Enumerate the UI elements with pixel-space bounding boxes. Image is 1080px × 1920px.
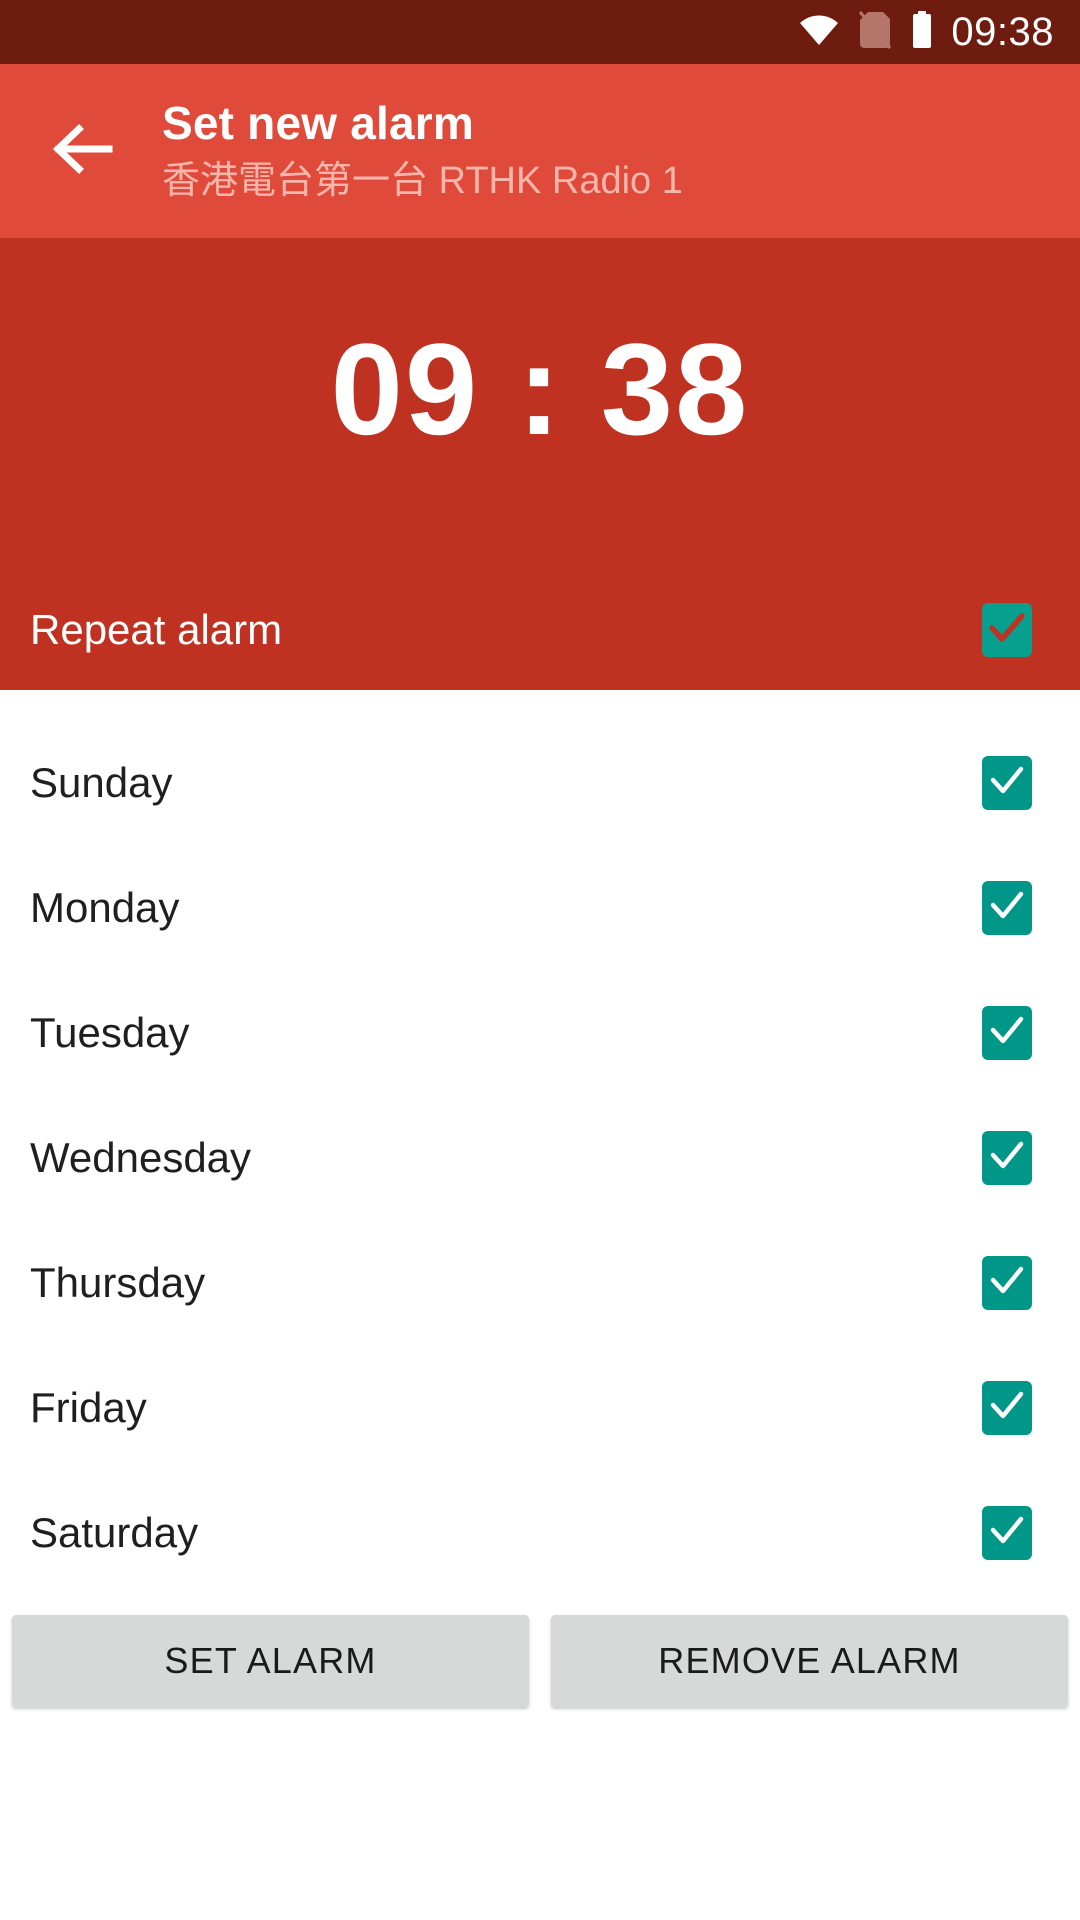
status-bar-icons — [799, 10, 933, 54]
status-bar-clock: 09:38 — [951, 10, 1054, 54]
day-row-sunday[interactable]: Sunday — [0, 720, 1080, 845]
repeat-alarm-row[interactable]: Repeat alarm — [0, 570, 1080, 690]
day-label: Sunday — [30, 758, 173, 806]
wifi-icon — [799, 14, 839, 51]
arrow-back-icon — [51, 123, 113, 180]
battery-full-icon — [911, 10, 933, 54]
alarm-time-picker[interactable]: 09 : 38 — [0, 238, 1080, 570]
day-checkbox-saturday[interactable] — [982, 1505, 1032, 1560]
check-icon — [989, 612, 1025, 648]
status-bar: 09:38 — [0, 0, 1080, 64]
check-icon — [989, 1140, 1025, 1175]
day-checkbox-wednesday[interactable] — [982, 1130, 1032, 1185]
app-bar: Set new alarm 香港電台第一台 RTHK Radio 1 — [0, 64, 1080, 238]
day-checkbox-sunday[interactable] — [982, 755, 1032, 810]
set-alarm-button[interactable]: SET ALARM — [12, 1615, 529, 1707]
check-icon — [989, 890, 1025, 925]
check-icon — [989, 1265, 1025, 1300]
day-label: Friday — [30, 1383, 147, 1431]
day-row-tuesday[interactable]: Tuesday — [0, 970, 1080, 1095]
check-icon — [989, 1515, 1025, 1550]
repeat-alarm-label: Repeat alarm — [30, 606, 283, 653]
no-sim-icon — [859, 10, 892, 54]
repeat-days-list: Sunday Monday Tuesday Wednesday Thursday… — [0, 690, 1080, 1595]
page-title: Set new alarm — [162, 97, 474, 150]
day-row-friday[interactable]: Friday — [0, 1345, 1080, 1470]
day-checkbox-friday[interactable] — [982, 1380, 1032, 1435]
day-checkbox-thursday[interactable] — [982, 1255, 1032, 1310]
alarm-time-panel: 09 : 38 Repeat alarm — [0, 238, 1080, 690]
day-label: Monday — [30, 883, 180, 931]
repeat-alarm-checkbox[interactable] — [982, 603, 1032, 657]
remove-alarm-button[interactable]: REMOVE ALARM — [551, 1615, 1068, 1707]
action-button-bar: SET ALARM REMOVE ALARM — [0, 1595, 1080, 1707]
check-icon — [989, 1390, 1025, 1425]
alarm-time-value: 09 : 38 — [330, 316, 750, 462]
day-checkbox-monday[interactable] — [982, 880, 1032, 935]
day-checkbox-tuesday[interactable] — [982, 1005, 1032, 1060]
check-icon — [989, 1015, 1025, 1050]
check-icon — [989, 765, 1025, 800]
day-row-saturday[interactable]: Saturday — [0, 1470, 1080, 1595]
day-label: Thursday — [30, 1258, 206, 1306]
day-row-monday[interactable]: Monday — [0, 845, 1080, 970]
back-button[interactable] — [44, 113, 120, 189]
page-subtitle: 香港電台第一台 RTHK Radio 1 — [162, 160, 683, 203]
day-row-wednesday[interactable]: Wednesday — [0, 1095, 1080, 1220]
day-row-thursday[interactable]: Thursday — [0, 1220, 1080, 1345]
day-label: Wednesday — [30, 1133, 252, 1181]
day-label: Tuesday — [30, 1008, 190, 1056]
day-label: Saturday — [30, 1508, 199, 1556]
app-bar-text-block: Set new alarm 香港電台第一台 RTHK Radio 1 — [162, 96, 683, 206]
